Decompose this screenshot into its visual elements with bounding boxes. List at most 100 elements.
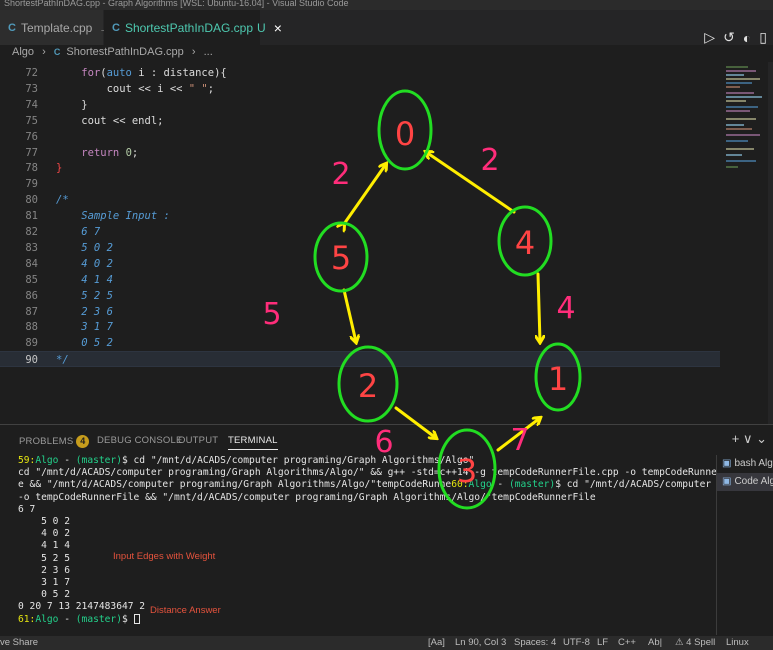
cpp-file-icon: C xyxy=(53,47,61,57)
split-editor-icon[interactable]: ▯ xyxy=(759,29,767,46)
minimap-line xyxy=(726,160,756,162)
close-icon[interactable]: × xyxy=(274,20,282,36)
code-line[interactable]: 84 4 0 2 xyxy=(0,256,720,272)
code-line[interactable]: 77 return 0; xyxy=(0,145,720,161)
code-line[interactable]: 78} xyxy=(0,160,720,176)
code-token: << xyxy=(138,82,151,95)
minimap-line xyxy=(726,92,754,94)
code-line[interactable]: 83 5 0 2 xyxy=(0,240,720,256)
code-token: 4 1 4 xyxy=(56,273,113,286)
loading-icon[interactable]: ◐ xyxy=(743,30,751,46)
breadcrumb: Algo › C ShortestPathInDAG.cpp › ... xyxy=(0,45,773,62)
code-line[interactable]: 79 xyxy=(0,176,720,192)
code-token: 2 3 6 xyxy=(56,305,113,318)
terminal-text: 0 5 2 xyxy=(18,589,70,601)
tab-shortestpathindag-cpp[interactable]: C ShortestPathInDAG.cpp U × xyxy=(104,10,282,45)
breadcrumb-symbol[interactable]: ... xyxy=(204,46,213,58)
minimap-line xyxy=(726,70,756,72)
terminal-line: 61:Algo - (master)$ xyxy=(18,613,716,626)
minimap-line xyxy=(726,78,760,80)
line-code: 5 2 5 xyxy=(56,288,113,304)
terminal-line: 3 1 7 xyxy=(18,577,716,589)
code-line[interactable]: 89 0 5 2 xyxy=(0,335,720,351)
terminal-line: cd "/mnt/d/ACADS/computer programing/Gra… xyxy=(18,467,716,479)
terminal-item-code[interactable]: ▣Code Algo xyxy=(717,473,773,491)
code-line[interactable]: 87 2 3 6 xyxy=(0,304,720,320)
code-line[interactable]: 86 5 2 5 xyxy=(0,288,720,304)
language-mode-item[interactable]: C++ xyxy=(618,636,636,650)
code-token: 5 0 2 xyxy=(56,241,113,254)
chevron-right-icon: › xyxy=(191,46,196,58)
minimap-line xyxy=(726,124,744,126)
code-token: } xyxy=(56,162,63,175)
line-number: 89 xyxy=(25,337,38,350)
editor-scrollbar[interactable] xyxy=(768,62,773,424)
tab-debug-console[interactable]: DEBUG CONSOLE xyxy=(97,435,182,446)
code-line[interactable]: 75 cout << endl; xyxy=(0,113,720,129)
match-case-item[interactable]: [Aa] xyxy=(428,636,445,650)
line-code: cout << endl; xyxy=(56,113,163,129)
tab-problems[interactable]: PROBLEMS 4 xyxy=(19,435,90,448)
code-line[interactable]: 85 4 1 4 xyxy=(0,272,720,288)
code-token: ; xyxy=(131,146,139,159)
new-terminal-icon[interactable]: + ∨ ⌄ xyxy=(732,431,767,447)
minimap-line xyxy=(726,100,746,102)
terminal-line: 2 3 6 xyxy=(18,565,716,577)
code-line[interactable]: 88 3 1 7 xyxy=(0,319,720,335)
code-editor[interactable]: 72 for(auto i : distance){73 cout << i <… xyxy=(0,62,720,424)
terminal-item-label: bash Algo xyxy=(734,458,773,469)
history-icon[interactable]: ↺ xyxy=(723,29,735,46)
code-line[interactable]: 73 cout << i << " "; xyxy=(0,81,720,97)
code-line[interactable]: 80 /* xyxy=(0,192,720,208)
line-code: /* xyxy=(56,192,69,208)
terminal-output[interactable]: 59:Algo - (master)$ cd "/mnt/d/ACADS/com… xyxy=(0,455,716,635)
line-code: 0 5 2 xyxy=(56,335,113,351)
breadcrumb-file[interactable]: ShortestPathInDAG.cpp xyxy=(66,46,183,58)
line-number: 76 xyxy=(25,130,38,143)
minimap-line xyxy=(726,140,748,142)
code-line[interactable]: 72 for(auto i : distance){ xyxy=(0,65,720,81)
terminal-text: -o tempCodeRunnerFile && "/mnt/d/ACADS/c… xyxy=(18,491,596,503)
code-line[interactable]: 76 xyxy=(0,129,720,145)
breadcrumb-folder[interactable]: Algo xyxy=(12,46,34,58)
eol-item[interactable]: LF xyxy=(597,636,608,650)
indentation-item[interactable]: Spaces: 4 xyxy=(514,636,556,650)
abc-item[interactable]: Ab| xyxy=(648,636,662,650)
terminal-text: (master) xyxy=(75,455,122,466)
live-share-item[interactable]: ve Share xyxy=(0,636,38,650)
run-icon[interactable]: ▷ xyxy=(704,29,715,46)
minimap[interactable] xyxy=(722,62,768,192)
tab-terminal[interactable]: TERMINAL xyxy=(228,435,278,450)
terminal-item-label: Code Algo xyxy=(734,476,773,487)
cursor-position-item[interactable]: Ln 90, Col 3 xyxy=(455,636,506,650)
terminal-line: 6 7 xyxy=(18,504,716,516)
code-line[interactable]: 74 } xyxy=(0,97,720,113)
terminal-text: (master) xyxy=(508,479,556,491)
terminal-text: 0 20 7 13 2147483647 2 xyxy=(18,601,146,613)
bottom-panel: PROBLEMS 4 DEBUG CONSOLE OUTPUT TERMINAL … xyxy=(0,424,773,636)
problems-count-badge: 4 xyxy=(76,435,90,448)
cpp-file-icon: C xyxy=(112,21,120,34)
terminal-text: $ cd "/mnt/d/ACADS/computer prog xyxy=(555,479,712,491)
code-line[interactable]: 90 */ xyxy=(0,351,720,368)
terminal-text: $ xyxy=(121,613,134,625)
terminal-text: - xyxy=(58,455,76,466)
line-number: 72 xyxy=(25,67,38,79)
panel-tab-bar: PROBLEMS 4 DEBUG CONSOLE OUTPUT TERMINAL … xyxy=(0,425,773,455)
encoding-item[interactable]: UTF-8 xyxy=(563,636,590,650)
tab-output[interactable]: OUTPUT xyxy=(178,435,218,446)
terminal-list: ▣bash Algo ▣Code Algo xyxy=(716,455,773,635)
chevron-right-icon: › xyxy=(42,46,46,58)
terminal-item-bash[interactable]: ▣bash Algo xyxy=(717,455,773,473)
line-code: } xyxy=(56,97,87,113)
code-line[interactable]: 82 6 7 xyxy=(0,224,720,240)
tab-template-cpp[interactable]: C Template.cpp ⊥ xyxy=(0,10,110,45)
code-line[interactable]: 81 Sample Input : xyxy=(0,208,720,224)
os-item[interactable]: Linux xyxy=(726,636,749,650)
spell-item[interactable]: ⚠ 4 Spell xyxy=(675,636,715,650)
terminal-text: 4 1 4 xyxy=(18,540,70,552)
terminal-text: Algo xyxy=(35,455,59,466)
terminal-text: - xyxy=(491,479,509,491)
tab-label: ShortestPathInDAG.cpp xyxy=(124,20,254,35)
tab-label: Template.cpp xyxy=(20,20,93,35)
